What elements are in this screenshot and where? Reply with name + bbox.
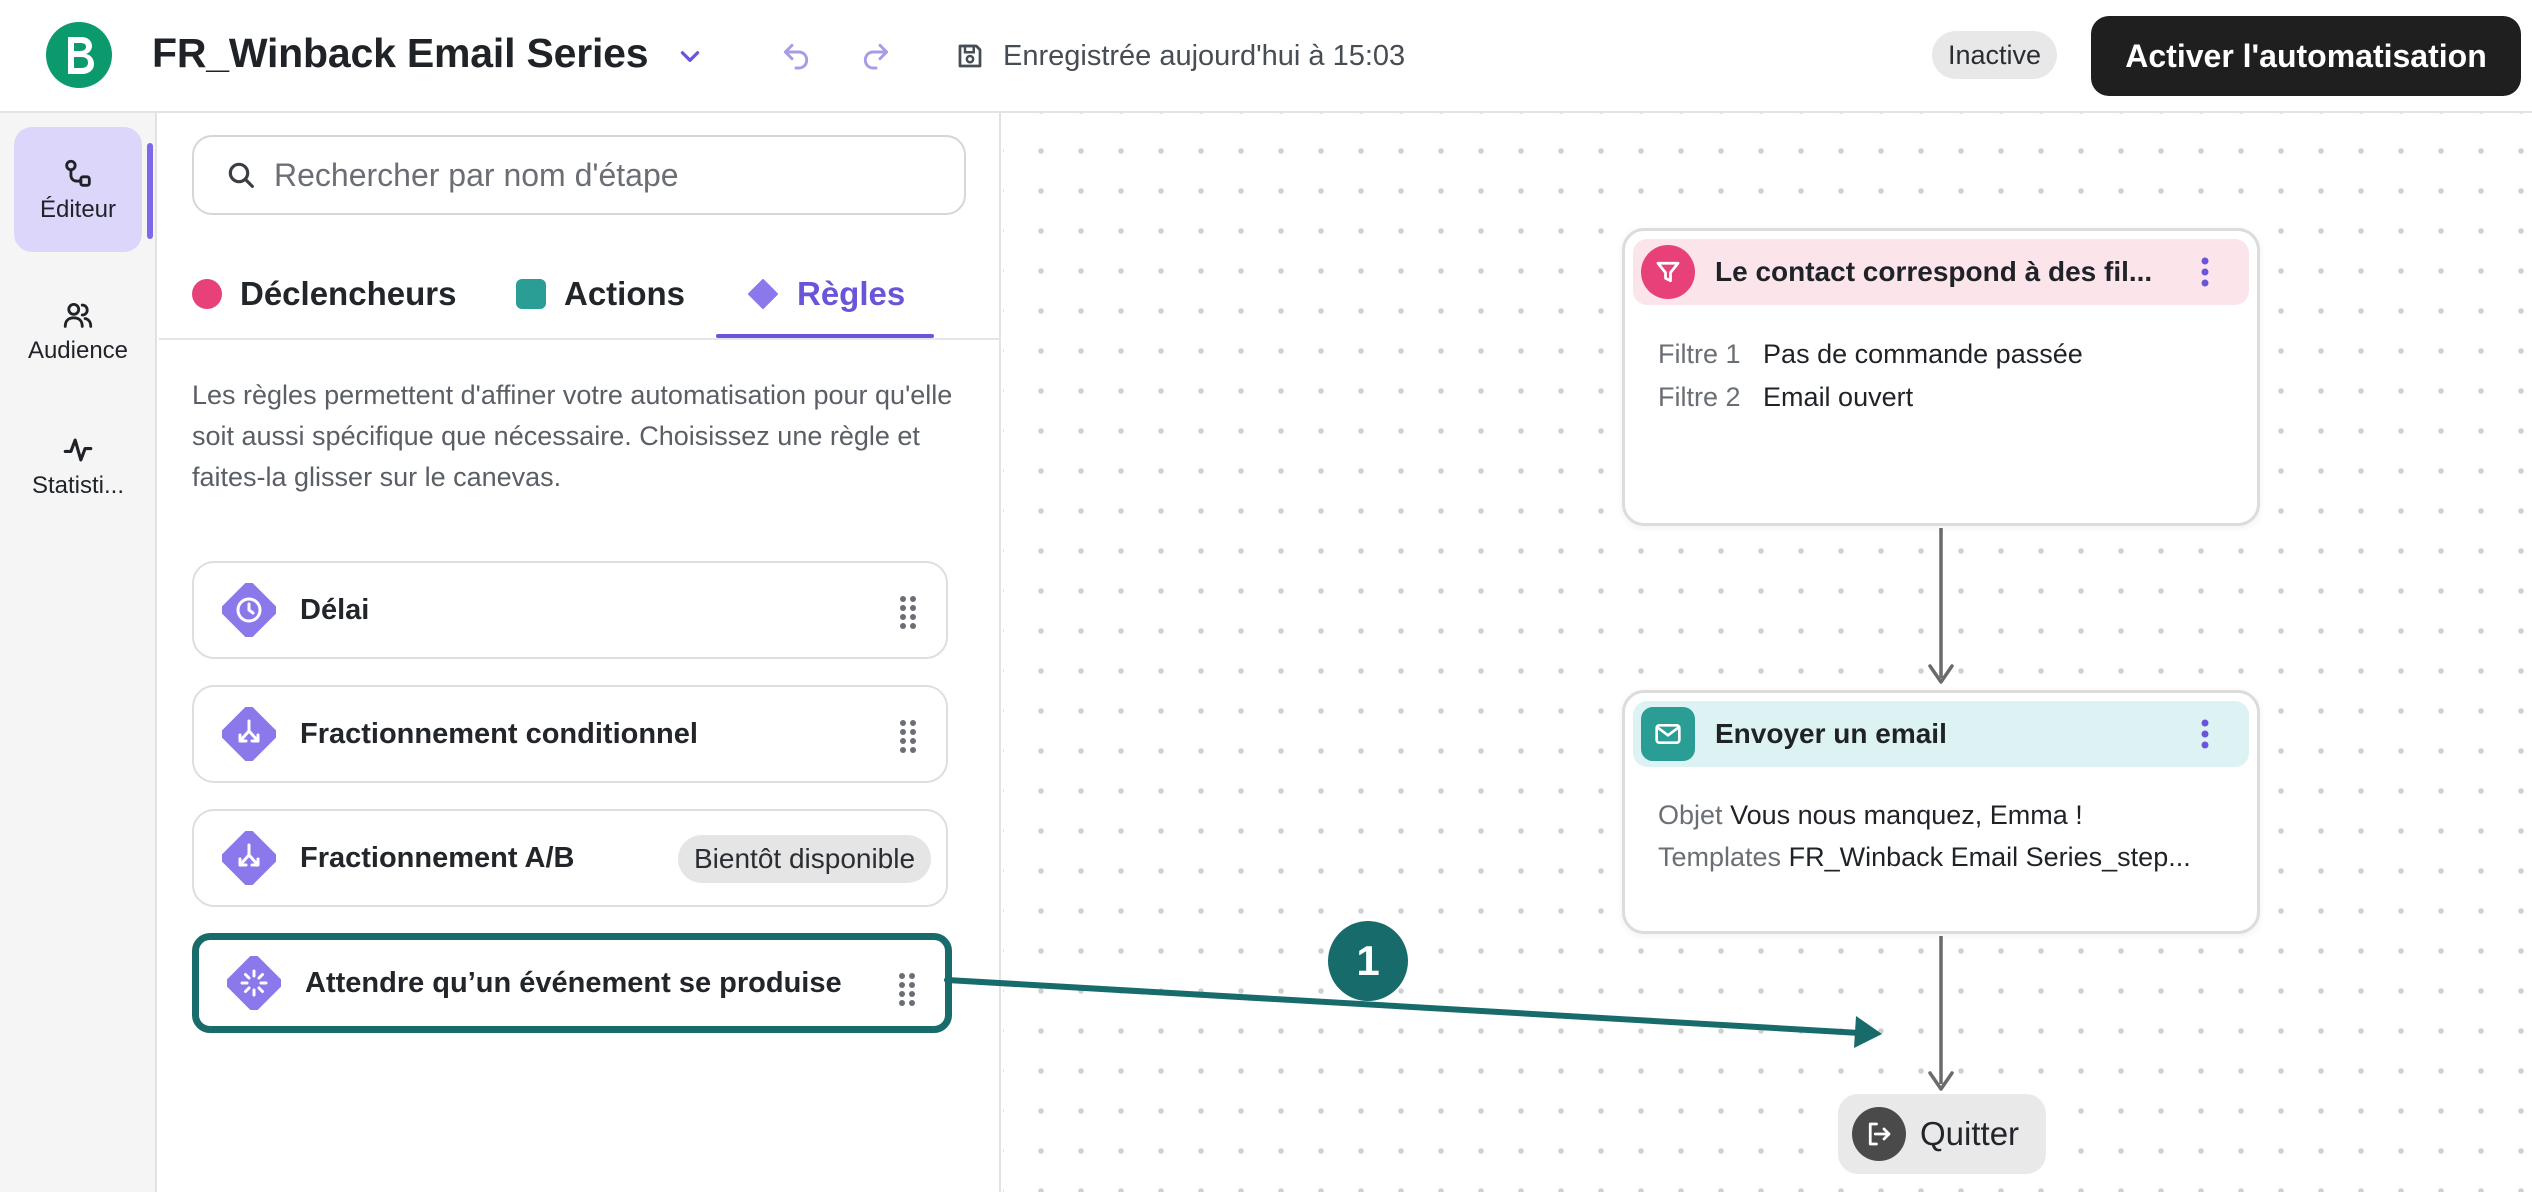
tab-actions[interactable]: Actions [516,248,685,340]
drag-handle-icon[interactable] [898,719,918,753]
coming-soon-badge: Bientôt disponible [678,835,932,883]
left-nav: Éditeur Audience Statisti... [0,113,157,1192]
filter-row-2: Filtre 2 Email ouvert [1658,382,1913,413]
email-node-header: Envoyer un email [1633,701,2249,767]
rule-label-ab-split: Fractionnement A/B [300,841,575,874]
filter-row-value: Email ouvert [1763,382,1914,412]
tab-triggers[interactable]: Déclencheurs [192,248,456,340]
send-email-node[interactable]: Envoyer un email Objet Vous nous manquez… [1622,690,2260,934]
tab-label-triggers: Déclencheurs [240,275,457,312]
split-icon [222,707,276,761]
exit-label: Quitter [1920,1115,2020,1152]
more-options-icon[interactable] [2201,719,2209,749]
activate-automation-button[interactable]: Activer l'automatisation [2091,16,2521,96]
filter-node-title: Le contact correspond à des fil... [1715,256,2153,287]
annotation-step-badge: 1 [1328,921,1408,1001]
action-square-icon [516,279,546,309]
nav-item-audience[interactable]: Audience [14,278,142,383]
email-row-template: Templates FR_Winback Email Series_step..… [1658,842,2191,873]
filter-row-key: Filtre 1 [1658,339,1741,369]
search-icon [224,158,258,192]
nav-item-editeur[interactable]: Éditeur [14,127,142,252]
nav-label-editeur: Éditeur [39,195,117,223]
filter-icon [1641,245,1695,299]
rule-card-delay[interactable]: Délai [192,561,948,659]
filter-row-1: Filtre 1 Pas de commande passée [1658,339,2083,370]
drag-handle-icon[interactable] [897,972,917,1006]
rule-card-ab-split[interactable]: Fractionnement A/B Bientôt disponible [192,809,948,907]
split-icon [222,831,276,885]
filter-row-value: Pas de commande passée [1763,339,2083,369]
filter-node-header: Le contact correspond à des fil... [1633,239,2249,305]
email-row-value: FR_Winback Email Series_step... [1788,842,2191,872]
search-placeholder: Rechercher par nom d'étape [274,156,679,193]
filter-row-key: Filtre 2 [1658,382,1741,412]
loading-icon [227,956,281,1010]
email-row-subject: Objet Vous nous manquez, Emma ! [1658,800,2083,831]
drag-handle-icon[interactable] [898,595,918,629]
rule-label-conditional-split: Fractionnement conditionnel [300,717,698,750]
rule-card-conditional-split[interactable]: Fractionnement conditionnel [192,685,948,783]
rule-card-wait-for-event[interactable]: Attendre qu’un événement se produise [192,933,952,1033]
exit-icon [1852,1107,1906,1161]
rule-label-delay: Délai [300,593,370,626]
tab-rules[interactable]: Règles [747,248,905,340]
workflow-icon [60,156,96,192]
automation-title[interactable]: FR_Winback Email Series [152,30,649,77]
trigger-dot-icon [192,279,222,309]
tab-label-actions: Actions [564,275,686,312]
rules-description: Les règles permettent d'affiner votre au… [192,380,953,492]
filter-node[interactable]: Le contact correspond à des fil... Filtr… [1622,228,2260,526]
exit-node[interactable]: Quitter [1838,1094,2046,1174]
save-icon [952,38,988,74]
nav-label-audience: Audience [27,336,129,364]
email-row-value: Vous nous manquez, Emma ! [1730,800,2083,830]
search-input[interactable]: Rechercher par nom d'étape [192,135,966,215]
email-row-key: Objet [1658,800,1723,830]
nav-label-statistics: Statisti... [31,471,125,499]
undo-icon[interactable] [776,36,816,76]
steps-panel: Rechercher par nom d'étape Déclencheurs … [159,113,1001,1192]
tab-label-rules: Règles [797,275,906,312]
mail-icon [1641,707,1695,761]
redo-icon[interactable] [856,36,896,76]
rule-label-wait-for-event: Attendre qu’un événement se produise [305,966,842,999]
rule-diamond-icon [748,279,778,309]
active-tab-underline [716,334,934,338]
more-options-icon[interactable] [2201,257,2209,287]
logo-glyph [68,37,94,74]
email-row-key: Templates [1658,842,1782,872]
status-badge: Inactive [1932,31,2058,79]
chevron-down-icon[interactable] [672,38,708,74]
clock-icon [222,583,276,637]
nav-active-indicator [147,143,153,239]
activity-icon [60,432,96,468]
category-tabs: Déclencheurs Actions Règles [159,248,1001,340]
top-bar: FR_Winback Email Series Enregistrée aujo… [0,0,2532,113]
brevo-logo[interactable] [46,22,112,88]
email-node-title: Envoyer un email [1715,718,1947,749]
nav-item-statistics[interactable]: Statisti... [14,413,142,518]
saved-status-text: Enregistrée aujourd'hui à 15:03 [1003,40,1406,72]
users-icon [60,297,96,333]
